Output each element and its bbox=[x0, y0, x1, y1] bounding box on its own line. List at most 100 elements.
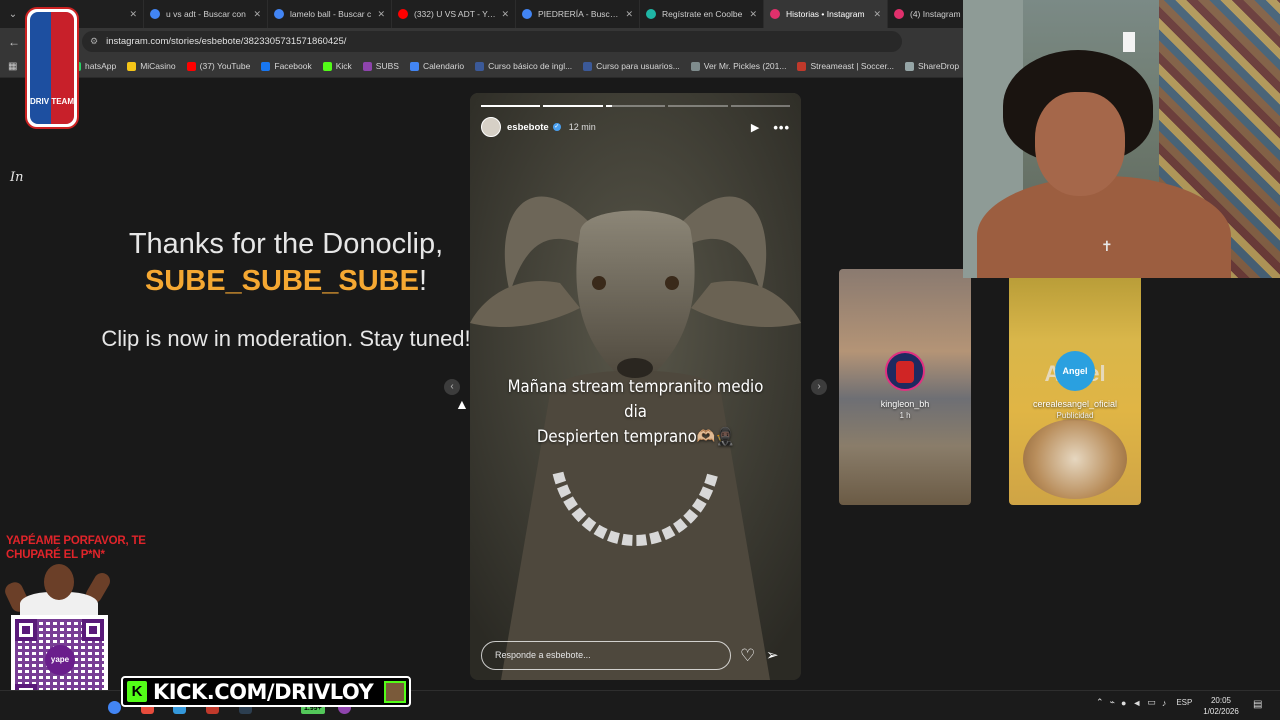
yape-person-image bbox=[2, 562, 113, 622]
bookmark-label: Streameast | Soccer... bbox=[810, 61, 894, 71]
webcam-light bbox=[1123, 32, 1135, 52]
side-story-cerealesangel[interactable]: Angel Angel cerealesangel_oficial Public… bbox=[1009, 269, 1141, 505]
tab-favicon-icon bbox=[150, 9, 160, 19]
tab-favicon-icon bbox=[274, 9, 284, 19]
prev-story-arrow-icon[interactable]: ‹ bbox=[444, 379, 460, 395]
side-story-name: kingleon_bh bbox=[880, 399, 930, 409]
bookmark-1[interactable]: MiCasino bbox=[127, 61, 176, 71]
tab-close-icon[interactable]: ✕ bbox=[377, 9, 385, 20]
tab-3[interactable]: (332) U VS ADT - You ✕ bbox=[392, 0, 516, 28]
story-progress bbox=[481, 105, 791, 107]
chrome-taskbar-icon[interactable] bbox=[108, 701, 121, 714]
story-header: esbebote ✓ 12 min ▶ ••• bbox=[481, 116, 790, 138]
send-icon[interactable]: ➢ bbox=[766, 646, 779, 664]
clock[interactable]: 20:05 1/02/2026 bbox=[1196, 695, 1246, 717]
progress-segment bbox=[481, 105, 541, 107]
bookmark-4[interactable]: Kick bbox=[322, 61, 352, 71]
tab-close-icon[interactable]: ✕ bbox=[501, 9, 509, 20]
tab-title: lamelo ball - Buscar c bbox=[290, 9, 372, 19]
clock-time: 20:05 bbox=[1210, 696, 1232, 705]
bookmark-favicon-icon bbox=[904, 61, 914, 71]
volume-icon[interactable]: ◄ bbox=[1132, 698, 1141, 708]
bookmark-label: Kick bbox=[335, 61, 352, 71]
donoclip-overlay: Thanks for the Donoclip, SUBE_SUBE_SUBE!… bbox=[60, 228, 512, 352]
network-icon[interactable]: ⌁ bbox=[1110, 697, 1115, 708]
tab-close-icon[interactable]: ✕ bbox=[749, 9, 757, 20]
tab-close-icon[interactable]: ✕ bbox=[873, 9, 881, 20]
tab-favicon-icon bbox=[398, 9, 408, 19]
mic-icon[interactable]: ● bbox=[1121, 698, 1126, 708]
logo-text: DRIV TEAM bbox=[30, 97, 74, 106]
notifications-icon[interactable]: ▤ bbox=[1253, 699, 1262, 710]
bookmark-favicon-icon bbox=[186, 61, 196, 71]
tab-5[interactable]: Regístrate en Coolbe ✕ bbox=[640, 0, 764, 28]
bookmark-favicon-icon bbox=[797, 61, 807, 71]
streamer-face bbox=[1035, 92, 1125, 196]
progress-segment bbox=[543, 105, 603, 107]
bookmark-7[interactable]: Curso básico de ingl... bbox=[475, 61, 572, 71]
story-caption: Mañana stream tempranito medio dia Despi… bbox=[500, 375, 770, 450]
yape-request-text: YAPÉAME PORFAVOR, TE CHUPARÉ EL P*N* bbox=[6, 535, 146, 561]
story-avatar bbox=[885, 351, 925, 391]
bookmark-favicon-icon bbox=[322, 61, 332, 71]
driv-team-logo: DRIV TEAM bbox=[25, 7, 79, 129]
bookmark-6[interactable]: Calendario bbox=[409, 61, 465, 71]
bookmark-3[interactable]: Facebook bbox=[261, 61, 312, 71]
verified-badge-icon: ✓ bbox=[552, 123, 561, 131]
speaker-icon[interactable]: ♪ bbox=[1162, 698, 1167, 708]
screen: ⌄ estaña✕u vs adt - Buscar con✕lamelo ba… bbox=[0, 0, 1280, 720]
play-icon[interactable]: ▶ bbox=[751, 121, 759, 134]
side-story-kingleon[interactable]: kingleon_bh 1 h bbox=[839, 269, 971, 505]
next-story-arrow-icon[interactable]: › bbox=[811, 379, 827, 395]
tab-close-icon[interactable]: ✕ bbox=[253, 9, 261, 20]
tab-title: Historias • Instagram bbox=[786, 9, 865, 19]
side-story-sponsored: Publicidad bbox=[1056, 411, 1094, 420]
bookmark-9[interactable]: Ver Mr. Pickles (201... bbox=[690, 61, 787, 71]
site-info-icon[interactable]: ⚙ bbox=[90, 36, 98, 47]
donoclip-line3: Clip is now in moderation. Stay tuned! bbox=[101, 326, 471, 351]
show-hidden-icons-icon[interactable]: ⌃ bbox=[1096, 697, 1104, 708]
bookmark-label: Curso básico de ingl... bbox=[488, 61, 573, 71]
bookmark-favicon-icon bbox=[475, 61, 485, 71]
donoclip-user: SUBE_SUBE_SUBE! bbox=[60, 265, 512, 298]
bookmark-2[interactable]: (37) YouTube bbox=[186, 61, 251, 71]
address-url: instagram.com/stories/esbebote/382330573… bbox=[106, 36, 347, 47]
language-indicator[interactable]: ESP bbox=[1176, 698, 1192, 707]
tab-title: u vs adt - Buscar con bbox=[166, 9, 246, 19]
bookmark-11[interactable]: ShareDrop bbox=[904, 61, 959, 71]
instagram-wordmark[interactable]: In bbox=[10, 170, 24, 185]
bookmark-favicon-icon bbox=[261, 61, 271, 71]
story-author[interactable]: esbebote bbox=[507, 122, 549, 133]
battery-icon[interactable]: ▭ bbox=[1147, 697, 1156, 708]
progress-segment bbox=[730, 105, 791, 107]
apps-grid-icon[interactable]: ▦ bbox=[8, 61, 22, 72]
tab-1[interactable]: u vs adt - Buscar con ✕ bbox=[144, 0, 268, 28]
cereal-bowl-image bbox=[1023, 419, 1127, 499]
bookmark-label: Ver Mr. Pickles (201... bbox=[703, 61, 787, 71]
story-author-avatar[interactable] bbox=[481, 117, 501, 137]
tab-4[interactable]: PIEDRERÍA - Buscar c ✕ bbox=[516, 0, 640, 28]
bookmark-label: (37) YouTube bbox=[199, 61, 251, 71]
donoclip-bang: ! bbox=[418, 265, 428, 297]
progress-segment bbox=[605, 105, 666, 107]
mouse-cursor-icon: ▲ bbox=[455, 396, 469, 412]
more-options-icon[interactable]: ••• bbox=[773, 120, 790, 135]
like-heart-icon[interactable]: ♡ bbox=[740, 646, 755, 666]
bookmark-5[interactable]: SUBS bbox=[362, 61, 399, 71]
back-icon[interactable]: ← bbox=[0, 35, 28, 49]
reply-input[interactable]: Responde a esbebote... bbox=[481, 641, 731, 670]
kick-logo-icon: K bbox=[127, 681, 147, 702]
tab-6[interactable]: Historias • Instagram ✕ bbox=[764, 0, 888, 28]
donoclip-line1: Thanks for the Donoclip, bbox=[128, 228, 444, 260]
address-bar[interactable]: ⚙ instagram.com/stories/esbebote/3823305… bbox=[82, 31, 902, 52]
tab-close-icon[interactable]: ✕ bbox=[129, 9, 137, 20]
tab-2[interactable]: lamelo ball - Buscar c ✕ bbox=[268, 0, 392, 28]
bookmark-10[interactable]: Streameast | Soccer... bbox=[797, 61, 894, 71]
bookmark-label: Facebook bbox=[274, 61, 312, 71]
story-viewer[interactable]: esbebote ✓ 12 min ▶ ••• Mañana stream te… bbox=[470, 93, 801, 680]
bookmark-label: Calendario bbox=[422, 61, 465, 71]
donoclip-username: SUBE_SUBE_SUBE bbox=[144, 265, 419, 297]
tab-close-icon[interactable]: ✕ bbox=[625, 9, 633, 20]
bookmark-8[interactable]: Curso para usuarios... bbox=[583, 61, 680, 71]
tab-search-icon[interactable]: ⌄ bbox=[0, 0, 26, 28]
